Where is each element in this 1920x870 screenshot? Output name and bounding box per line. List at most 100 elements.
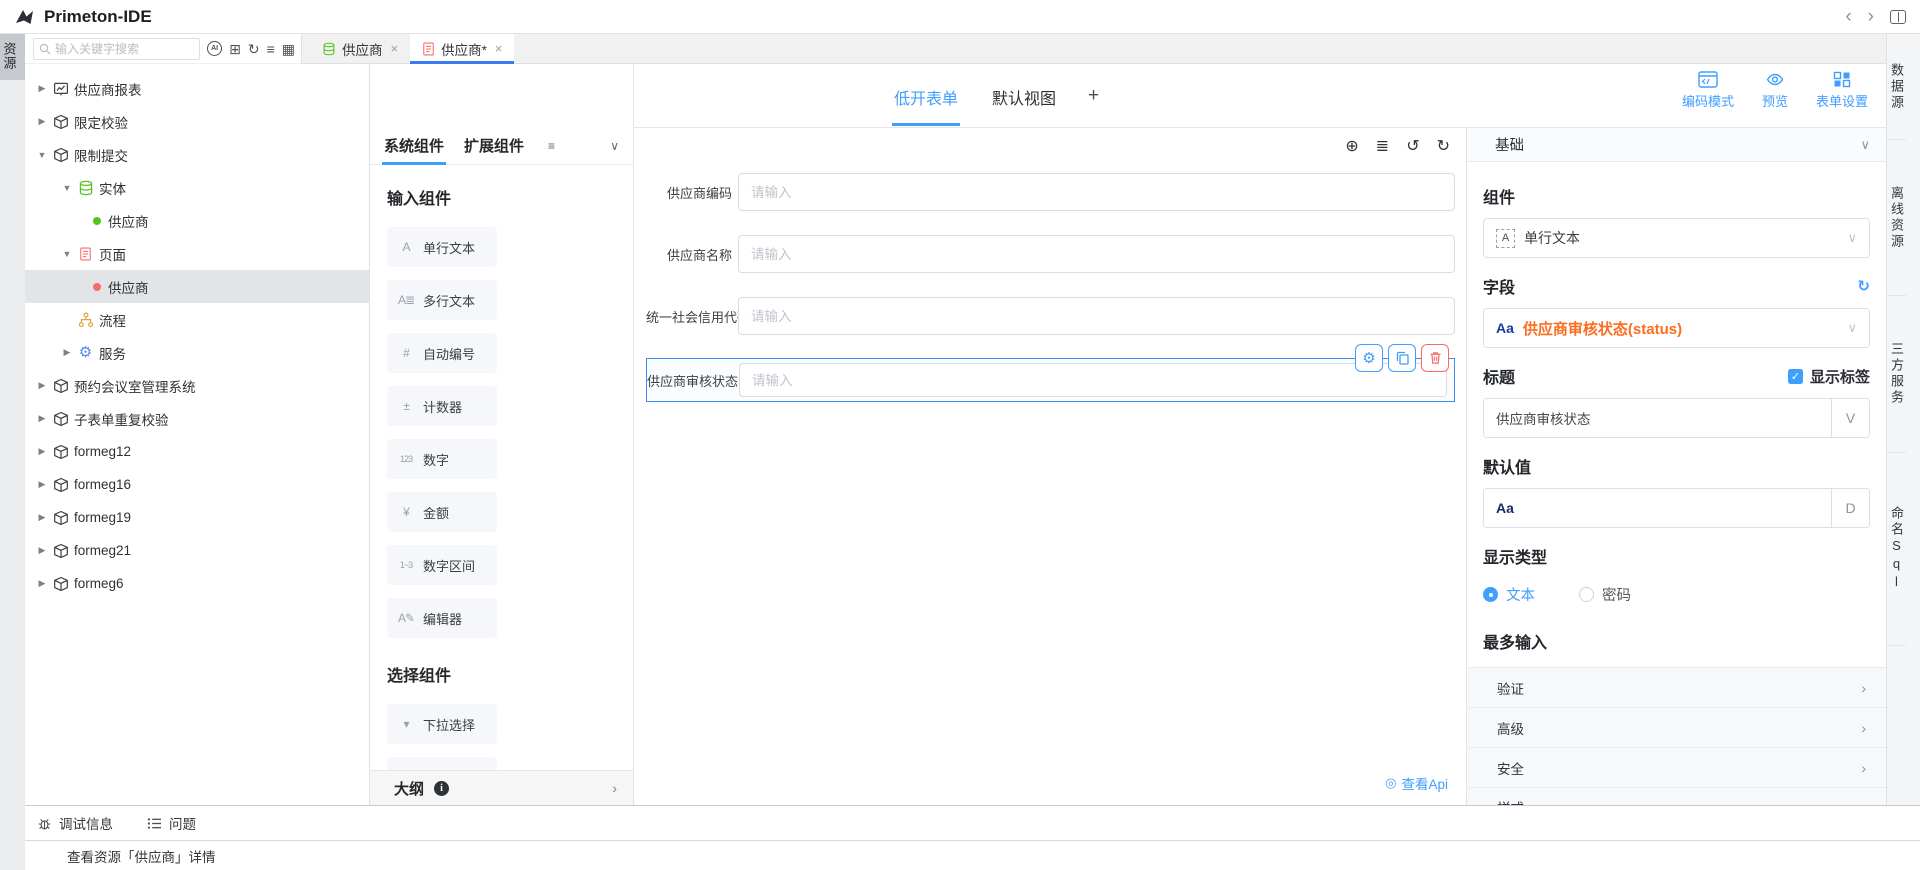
- show-label-checkbox[interactable]: ✓: [1788, 369, 1803, 384]
- chevron-right-icon[interactable]: ▶: [37, 479, 47, 490]
- tree-item-project[interactable]: ▼ 限制提交: [25, 138, 369, 171]
- title-input[interactable]: [1484, 399, 1831, 437]
- section-validation[interactable]: 验证 ›: [1467, 667, 1886, 707]
- tree-item-flow[interactable]: 流程: [25, 303, 369, 336]
- table-view-icon[interactable]: ▦: [282, 42, 295, 56]
- default-value-input[interactable]: [1484, 489, 1831, 527]
- component-multi-line-text[interactable]: A≣多行文本: [387, 280, 497, 320]
- outline-footer[interactable]: 大纲 i ›: [370, 770, 633, 805]
- chevron-right-icon[interactable]: ›: [612, 780, 617, 796]
- field-delete-button[interactable]: [1421, 344, 1449, 372]
- inspector-header-basic[interactable]: 基础 ∨: [1467, 128, 1886, 162]
- tree-item-page-folder[interactable]: ▼ 页面: [25, 237, 369, 270]
- refresh-icon[interactable]: ↻: [248, 42, 260, 56]
- tree-item-project[interactable]: ▶ formeg12: [25, 435, 369, 468]
- new-resource-icon[interactable]: ⊞: [229, 42, 241, 56]
- field-input[interactable]: [738, 297, 1455, 335]
- chevron-right-icon[interactable]: ▶: [37, 446, 47, 457]
- rail-tab-datasource[interactable]: 数据源: [1887, 34, 1906, 140]
- rail-tab-third-party-services[interactable]: 三方服务: [1887, 296, 1906, 453]
- sort-icon[interactable]: ≡: [267, 42, 275, 56]
- palette-collapse-icon[interactable]: ∨: [610, 139, 619, 153]
- tab-system-components[interactable]: 系统组件: [380, 127, 448, 165]
- component-editor[interactable]: A✎编辑器: [387, 598, 497, 638]
- chevron-right-icon[interactable]: ▶: [37, 380, 47, 391]
- tree-item-page-supplier-selected[interactable]: 供应商: [25, 270, 369, 303]
- nav-forward-icon[interactable]: ›: [1868, 7, 1874, 26]
- tree-item-report[interactable]: ▶ 供应商报表: [25, 72, 369, 105]
- tab-extended-components[interactable]: 扩展组件: [460, 127, 528, 165]
- palette-menu-icon[interactable]: ≡: [548, 139, 555, 153]
- chevron-right-icon[interactable]: ▶: [37, 578, 47, 589]
- tree-item-project[interactable]: ▶ formeg16: [25, 468, 369, 501]
- search-input[interactable]: [55, 42, 194, 56]
- form-field-supplier-name[interactable]: 供应商名称: [646, 234, 1455, 274]
- code-mode-button[interactable]: 编码模式: [1682, 71, 1734, 110]
- chevron-right-icon[interactable]: ▶: [37, 116, 47, 127]
- chevron-right-icon[interactable]: ▶: [37, 413, 47, 424]
- display-type-text-option[interactable]: 文本: [1483, 584, 1535, 605]
- tree-item-project[interactable]: ▶ formeg6: [25, 567, 369, 600]
- field-settings-button[interactable]: ⚙: [1355, 344, 1383, 372]
- chevron-right-icon[interactable]: ▶: [37, 512, 47, 523]
- section-security[interactable]: 安全 ›: [1467, 747, 1886, 787]
- close-tab-icon[interactable]: ×: [391, 41, 399, 56]
- field-copy-button[interactable]: [1388, 344, 1416, 372]
- tree-item-service[interactable]: ▶ ⚙ 服务: [25, 336, 369, 369]
- component-counter[interactable]: ±计数器: [387, 386, 497, 426]
- chevron-down-icon[interactable]: ▼: [62, 183, 72, 193]
- title-variable-button[interactable]: V: [1831, 399, 1869, 437]
- rail-tab-offline-resources[interactable]: 离线资源: [1887, 140, 1906, 296]
- add-view-icon[interactable]: +: [1088, 85, 1099, 107]
- chevron-down-icon[interactable]: ∨: [1860, 137, 1870, 153]
- globe-icon[interactable]: ⊕: [1345, 139, 1358, 155]
- form-field-supplier-code[interactable]: 供应商编码: [646, 172, 1455, 212]
- section-style[interactable]: 样式 ›: [1467, 787, 1886, 806]
- debug-info-button[interactable]: 调试信息: [37, 813, 113, 833]
- chevron-down-icon[interactable]: ▼: [62, 249, 72, 259]
- outline-tree-icon[interactable]: ≣: [1376, 139, 1389, 155]
- field-input[interactable]: [738, 173, 1455, 211]
- section-advanced[interactable]: 高级 ›: [1467, 707, 1886, 747]
- tab-lowcode-form[interactable]: 低开表单: [892, 66, 960, 126]
- component-tree-dropdown[interactable]: ⋔树形下拉: [387, 757, 497, 770]
- close-tab-icon[interactable]: ×: [495, 41, 503, 56]
- component-single-line-text[interactable]: A单行文本: [387, 227, 497, 267]
- view-api-link[interactable]: ◎ 查看Api: [1385, 773, 1448, 793]
- field-input[interactable]: [738, 235, 1455, 273]
- component-dropdown[interactable]: ▾下拉选择: [387, 704, 497, 744]
- display-type-password-option[interactable]: 密码: [1579, 584, 1631, 605]
- tree-item-project[interactable]: ▶ 子表单重复校验: [25, 402, 369, 435]
- tree-item-entity-supplier[interactable]: 供应商: [25, 204, 369, 237]
- resources-rail-tab[interactable]: 资源: [0, 34, 25, 80]
- tree-item-project[interactable]: ▶ 限定校验: [25, 105, 369, 138]
- rail-tab-named-sql[interactable]: 命名Sql: [1887, 453, 1906, 646]
- chevron-right-icon[interactable]: ▶: [37, 545, 47, 556]
- nav-back-icon[interactable]: ‹: [1845, 7, 1851, 26]
- component-number[interactable]: 123数字: [387, 439, 497, 479]
- tree-item-project[interactable]: ▶ formeg21: [25, 534, 369, 567]
- doc-tab-entity[interactable]: 供应商 ×: [310, 34, 410, 63]
- undo-icon[interactable]: ↺: [1406, 139, 1419, 155]
- redo-icon[interactable]: ↻: [1437, 139, 1450, 155]
- doc-tab-page[interactable]: 供应商* ×: [410, 34, 514, 63]
- problems-button[interactable]: 问题: [147, 813, 196, 833]
- ai-assistant-icon[interactable]: AI: [207, 41, 222, 56]
- component-select[interactable]: A 单行文本 ∨: [1483, 218, 1870, 258]
- component-amount[interactable]: ¥金额: [387, 492, 497, 532]
- preview-button[interactable]: 预览: [1762, 71, 1788, 110]
- tree-item-entity-folder[interactable]: ▼ 实体: [25, 171, 369, 204]
- chevron-down-icon[interactable]: ▼: [37, 150, 47, 160]
- field-input[interactable]: [739, 363, 1447, 397]
- form-settings-button[interactable]: 表单设置: [1816, 71, 1868, 110]
- component-auto-number[interactable]: #自动编号: [387, 333, 497, 373]
- component-number-range[interactable]: 1~3数字区间: [387, 545, 497, 585]
- tree-item-project[interactable]: ▶ 预约会议室管理系统: [25, 369, 369, 402]
- chevron-right-icon[interactable]: ▶: [37, 83, 47, 94]
- form-field-credit-code[interactable]: 统一社会信用代码: [646, 296, 1455, 336]
- tree-item-project[interactable]: ▶ formeg19: [25, 501, 369, 534]
- refresh-field-icon[interactable]: ↻: [1857, 277, 1870, 295]
- default-dynamic-button[interactable]: D: [1831, 489, 1869, 527]
- field-select[interactable]: Aa 供应商审核状态(status) ∨: [1483, 308, 1870, 348]
- layout-toggle-icon[interactable]: [1890, 10, 1906, 24]
